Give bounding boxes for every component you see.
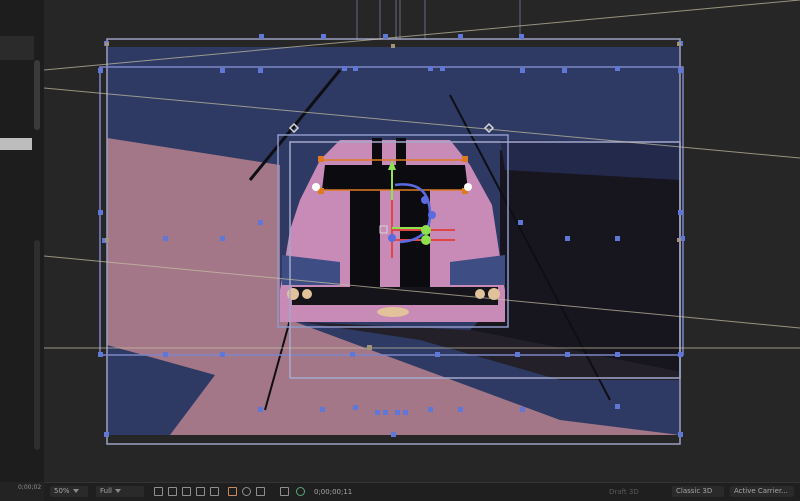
viewer-statusbar: 50% Full 0;00;00;11 Draft 3D Classic 3D … [44, 482, 800, 501]
renderer-dropdown[interactable]: Classic 3D [672, 486, 724, 497]
3d-icon[interactable] [210, 487, 219, 496]
license-plate [377, 307, 409, 317]
zoom-dropdown[interactable]: 50% [50, 486, 88, 497]
layer-row[interactable] [0, 36, 34, 48]
camera-dropdown[interactable]: Active Carrier... [730, 486, 794, 497]
grid-icon[interactable] [182, 487, 191, 496]
selected-layer-row[interactable] [0, 138, 32, 150]
panel-time-readout: 0;00;02 [18, 484, 42, 491]
camera-value: Active Carrier... [734, 487, 788, 495]
composition-canvas[interactable] [44, 0, 800, 482]
region-icon[interactable] [154, 487, 163, 496]
guide-lines [356, 0, 521, 40]
mask-icon[interactable] [196, 487, 205, 496]
zoom-value: 50% [54, 487, 70, 495]
chevron-down-icon [72, 489, 79, 493]
headlight-left [287, 288, 299, 300]
show-channel-icon[interactable] [296, 487, 305, 496]
color-icon[interactable] [228, 487, 237, 496]
timecode[interactable]: 0;00;00;11 [314, 488, 352, 496]
channel-icon[interactable] [256, 487, 265, 496]
panel-scrollbar[interactable] [34, 240, 40, 450]
hood-stripe-left [350, 190, 380, 290]
composition-viewer[interactable] [44, 0, 800, 482]
panel-scrollbar[interactable] [34, 60, 40, 130]
draft-3d-toggle[interactable]: Draft 3D [609, 488, 639, 496]
timeline-panel: 0;00;02 [0, 0, 45, 491]
resolution-dropdown[interactable]: Full [96, 486, 144, 497]
chevron-down-icon [114, 489, 121, 493]
gear-icon[interactable] [242, 487, 251, 496]
renderer-value: Classic 3D [676, 487, 713, 495]
snapshot-icon[interactable] [280, 487, 289, 496]
transparency-icon[interactable] [168, 487, 177, 496]
layer-row[interactable] [0, 48, 34, 60]
resolution-value: Full [100, 487, 112, 495]
